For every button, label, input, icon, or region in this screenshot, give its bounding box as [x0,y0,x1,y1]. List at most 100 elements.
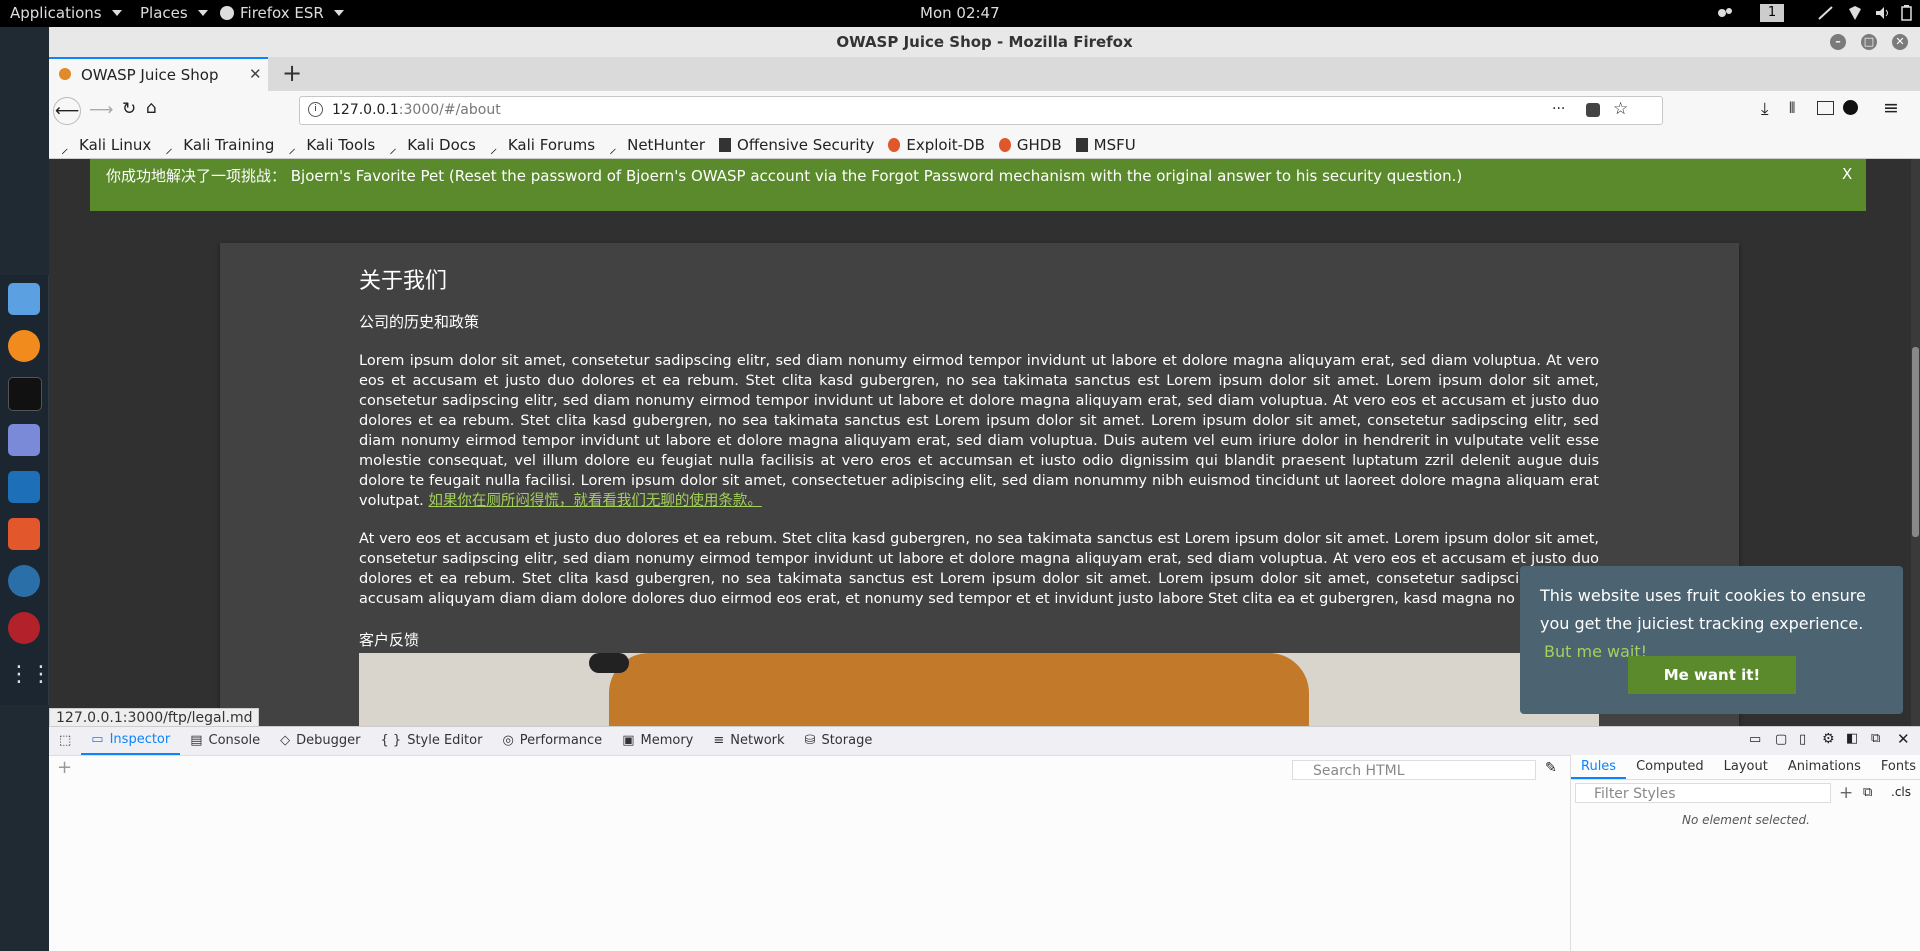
applications-menu[interactable]: Applications [10,4,122,22]
tab-label: Debugger [296,733,361,748]
firefox-app-menu[interactable]: Firefox ESR [220,4,344,22]
tab-rules[interactable]: Rules [1571,755,1627,779]
tab-network[interactable]: ≡ Network [703,727,794,755]
minimize-button[interactable]: – [1830,34,1846,50]
dock-options-icon[interactable]: ▭ [1749,732,1761,747]
toggle-pseudo-class-icon[interactable]: ⧉ [1863,785,1872,800]
bookmark-exploit-db[interactable]: Exploit-DB [888,136,985,154]
filter-styles-input[interactable]: Filter Styles [1575,783,1831,803]
close-window-button[interactable]: ✕ [1892,34,1908,50]
info-icon[interactable]: i [308,102,323,117]
close-devtools-icon[interactable]: ✕ [1897,730,1910,748]
firefox-icon[interactable] [8,330,40,362]
history-heading: 公司的历史和政策 [359,313,480,331]
element-picker-icon[interactable]: ⬚ [49,727,81,755]
debugger-icon: ◇ [280,733,291,748]
eye-icon[interactable] [8,565,40,597]
settings-gear-icon[interactable]: ⚙ [1822,731,1835,747]
bookmark-msfu[interactable]: MSFU [1075,136,1136,154]
terminal-icon[interactable] [8,377,42,411]
split-console-icon[interactable]: ◧ [1846,731,1858,746]
back-button[interactable]: ⟵ [53,97,81,125]
page-title: 关于我们 [359,269,448,294]
new-tab-button[interactable]: + [282,59,302,87]
pocket-icon[interactable] [1586,103,1600,117]
tab-style-editor[interactable]: { } Style Editor [371,727,493,755]
burpsuite-icon[interactable] [8,518,40,550]
text-editor-icon[interactable] [8,424,40,456]
tab-debugger[interactable]: ◇ Debugger [270,727,370,755]
screenshot-icon[interactable]: ▢ [1775,732,1787,747]
tab-label: OWASP Juice Shop [81,66,219,84]
reload-button[interactable]: ↻ [122,99,136,119]
tab-storage[interactable]: ⛁ Storage [795,727,883,755]
tab-inspector[interactable]: ▭ Inspector [81,727,181,755]
home-button[interactable]: ⌂ [146,98,157,118]
paragraph-text: Lorem ipsum dolor sit amet, consetetur s… [359,353,1599,509]
tab-owasp-juice-shop[interactable]: OWASP Juice Shop ✕ [49,57,268,91]
bookmark-kali-forums[interactable]: ⸝ Kali Forums [490,136,595,157]
close-tab-icon[interactable]: ✕ [249,65,262,83]
chevron-down-icon [111,10,122,16]
tab-layout[interactable]: Layout [1714,755,1778,779]
cherrytree-icon[interactable] [8,612,40,644]
bookmark-kali-training[interactable]: ⸝ Kali Training [165,136,274,157]
kali-dragon-icon: ⸝ [288,138,296,157]
downloads-icon[interactable]: ⤓ [1761,99,1769,119]
exploitdb-icon [888,137,901,152]
legal-terms-link[interactable]: 如果你在厕所闷得慌，就看看我们无聊的使用条款。 [428,493,762,509]
pen-icon[interactable] [1817,5,1835,21]
app-grid-icon[interactable]: ⋮⋮⋮ [8,659,74,691]
battery-icon[interactable] [1898,5,1916,21]
tab-fonts[interactable]: Fonts [1871,755,1920,779]
clock[interactable]: Mon 02:47 [920,4,1000,22]
url-path: :3000/#/about [398,102,501,118]
tab-performance[interactable]: ◎ Performance [492,727,612,755]
fruit-photo [609,653,1309,726]
add-rule-button[interactable]: + [1839,783,1853,803]
tab-animations[interactable]: Animations [1778,755,1871,779]
tab-memory[interactable]: ▣ Memory [612,727,703,755]
cls-toggle-button[interactable]: .cls [1891,785,1911,799]
tab-console[interactable]: ▤ Console [180,727,270,755]
bookmark-nethunter[interactable]: ⸝ NetHunter [609,136,705,157]
feedback-carousel-image[interactable] [359,653,1599,726]
extension-icon[interactable] [1843,100,1858,115]
places-menu[interactable]: Places [140,4,208,22]
metasploit-icon[interactable] [8,471,40,503]
cookie-message: This website uses fruit cookies to ensur… [1540,586,1866,633]
app-tray-icon[interactable] [1716,5,1734,21]
tab-label: Performance [519,733,603,748]
volume-icon[interactable] [1874,5,1892,21]
kali-dragon-icon: ⸝ [389,138,397,157]
network-icon[interactable] [1846,5,1864,21]
bookmark-kali-linux[interactable]: ⸝ Kali Linux [61,136,151,157]
hamburger-menu-icon[interactable]: ≡ [1883,97,1899,119]
bookmark-ghdb[interactable]: GHDB [998,136,1062,154]
customer-feedback-heading: 客户反馈 [359,631,420,649]
page-actions-button[interactable]: ··· [1552,101,1565,117]
add-node-icon[interactable]: + [57,757,72,778]
workspace-indicator[interactable]: 1 [1760,4,1784,22]
no-element-selected-message: No element selected. [1682,813,1810,827]
chevron-down-icon [333,10,344,16]
bookmark-offensive-security[interactable]: Offensive Security [719,136,874,154]
search-html-input[interactable]: Search HTML [1292,760,1536,780]
eyedropper-icon[interactable]: ✎ [1545,760,1557,776]
url-bar[interactable]: i 127.0.0.1:3000/#/about ··· ☆ [299,96,1663,125]
library-icon[interactable]: ⫴ [1789,99,1795,117]
rules-sidepanel: Rules Computed Layout Animations Fonts F… [1570,755,1920,951]
undock-icon[interactable]: ⧉ [1871,731,1880,746]
bookmark-kali-docs[interactable]: ⸝ Kali Docs [389,136,476,157]
bookmark-kali-tools[interactable]: ⸝ Kali Tools [288,136,375,157]
tab-computed[interactable]: Computed [1626,755,1714,779]
maximize-button[interactable]: □ [1861,34,1877,50]
forward-button[interactable]: ⟶ [89,100,113,120]
notification-close-button[interactable]: X [1842,165,1852,183]
page-scrollbar-thumb[interactable] [1912,347,1919,537]
sidebar-icon[interactable] [1817,101,1834,115]
bookmark-star-icon[interactable]: ☆ [1613,99,1628,119]
files-icon[interactable] [8,283,40,315]
responsive-mode-icon[interactable]: ▯ [1799,732,1806,747]
cookie-accept-button[interactable]: Me want it! [1628,656,1796,694]
